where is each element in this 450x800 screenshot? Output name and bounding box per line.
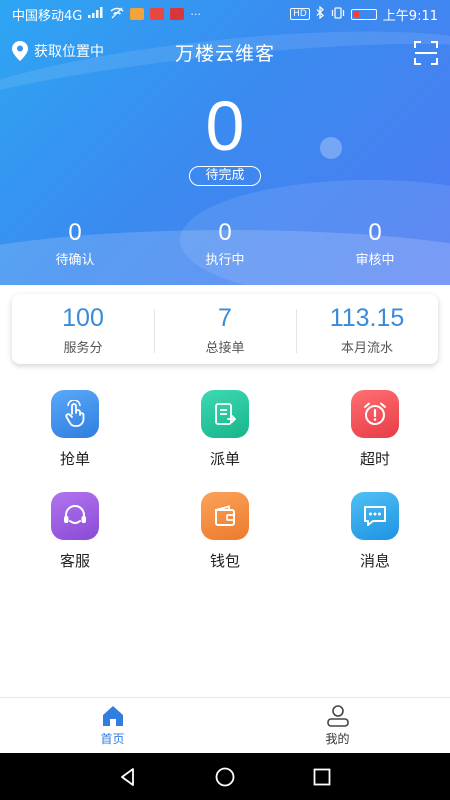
overdue-button[interactable]: 超时: [300, 390, 450, 492]
stat-under-review[interactable]: 0 审核中: [300, 219, 450, 269]
wallet-icon: [201, 492, 249, 540]
alert-icon: [130, 8, 145, 20]
bluetooth-icon: [316, 5, 325, 22]
carrier-label: 中国移动4G: [12, 8, 83, 24]
page-title: 万楼云维客: [174, 43, 275, 65]
summary-service-score[interactable]: 100 服务分: [12, 303, 154, 356]
tap-hand-icon: [51, 390, 99, 438]
pending-badge[interactable]: 待完成: [189, 166, 261, 186]
stat-in-progress[interactable]: 0 执行中: [150, 219, 300, 269]
back-icon[interactable]: [117, 766, 139, 788]
tab-label: 我的: [325, 732, 350, 746]
dispatch-doc-icon: [201, 390, 249, 438]
grid-label: 派单: [209, 450, 240, 468]
user-icon: [326, 705, 349, 727]
stat-value: 0: [218, 219, 232, 246]
feature-grid: 抢单 派单 超时 客服 钱包 消息: [0, 390, 450, 594]
grab-order-button[interactable]: 抢单: [0, 390, 150, 492]
summary-value: 100: [62, 303, 104, 332]
clock-label: 上午9:11: [382, 8, 438, 24]
grid-label: 客服: [59, 552, 90, 570]
grid-label: 消息: [359, 552, 390, 570]
tab-home[interactable]: 首页: [0, 698, 225, 753]
stat-value: 0: [368, 219, 382, 246]
more-icon: ···: [190, 7, 201, 21]
dispatch-order-button[interactable]: 派单: [150, 390, 300, 492]
wifi-off-icon: [110, 7, 124, 22]
stat-label: 审核中: [355, 253, 395, 268]
signal-icon: [88, 7, 104, 21]
battery-icon: [350, 8, 377, 20]
wallet-button[interactable]: 钱包: [150, 492, 300, 594]
summary-monthly-revenue[interactable]: 113.15 本月流水: [296, 303, 438, 356]
stat-label: 执行中: [205, 253, 245, 268]
status-bar: 中国移动4G ··· HD 上午9:11: [0, 0, 450, 28]
grid-label: 钱包: [209, 552, 240, 570]
tab-mine[interactable]: 我的: [225, 698, 450, 753]
home-circle-icon[interactable]: [214, 766, 236, 788]
pending-count[interactable]: 0: [0, 88, 450, 164]
recent-apps-icon[interactable]: [311, 766, 333, 788]
summary-total-orders[interactable]: 7 总接单: [154, 303, 296, 356]
vibrate-icon: [331, 6, 345, 22]
customer-service-button[interactable]: 客服: [0, 492, 150, 594]
chat-bubble-icon: [351, 492, 399, 540]
app-badge-icon: [170, 8, 185, 20]
summary-label: 总接单: [205, 340, 245, 356]
summary-value: 7: [218, 303, 232, 332]
app-badge-icon: [150, 8, 165, 20]
scan-icon[interactable]: [414, 41, 438, 65]
summary-value: 113.15: [329, 303, 405, 332]
order-status-row: 0 待确认 0 执行中 0 审核中: [0, 219, 450, 269]
tab-label: 首页: [100, 732, 125, 746]
stat-value: 0: [68, 219, 82, 246]
header-banner: 中国移动4G ··· HD 上午9:11 获取位置中 万楼云维客 0 待完成 0…: [0, 0, 450, 285]
grid-label: 超时: [359, 450, 390, 468]
headset-icon: [51, 492, 99, 540]
summary-label: 服务分: [63, 340, 103, 356]
grid-label: 抢单: [59, 450, 90, 468]
alarm-clock-icon: [351, 390, 399, 438]
stat-to-confirm[interactable]: 0 待确认: [0, 219, 150, 269]
home-icon: [102, 706, 123, 726]
bottom-tab-bar: 首页 我的: [0, 697, 450, 753]
messages-button[interactable]: 消息: [300, 492, 450, 594]
top-nav: 获取位置中 万楼云维客: [0, 36, 450, 70]
hd-badge: HD: [290, 8, 310, 20]
summary-card: 100 服务分 7 总接单 113.15 本月流水: [12, 294, 438, 364]
summary-label: 本月流水: [340, 340, 393, 356]
system-nav-bar: [0, 753, 450, 800]
stat-label: 待确认: [55, 253, 95, 268]
